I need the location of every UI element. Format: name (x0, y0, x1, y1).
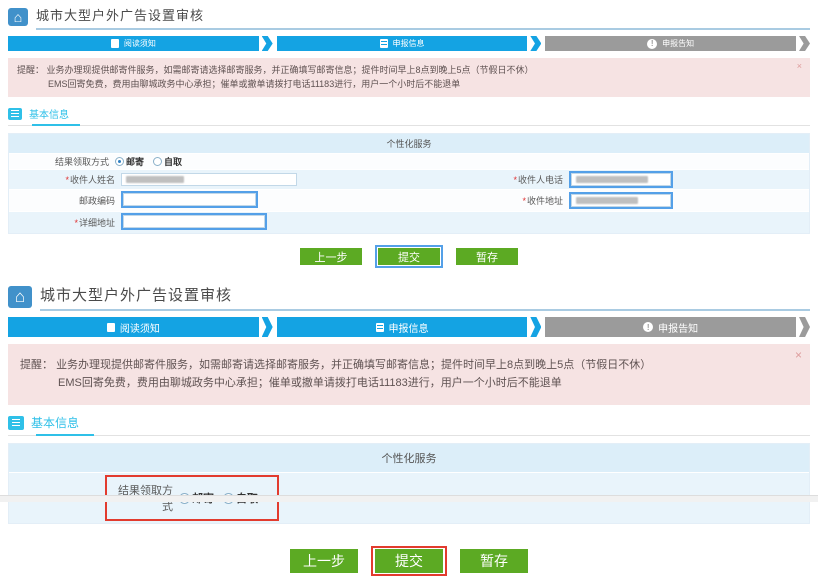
table-header: 个性化服务 (9, 444, 809, 473)
step-label: 申报信息 (393, 38, 425, 49)
recipient-name-label: *收件人姓名 (9, 173, 121, 186)
annotation-box-blue: 提交 (375, 245, 443, 268)
notice-icon (107, 323, 115, 332)
action-buttons: 上一步 提交 暂存 (8, 546, 810, 576)
pickup-label: 结果领取方式 (9, 155, 115, 168)
step-label: 申报告知 (658, 320, 698, 335)
page-footer-strip (0, 495, 818, 502)
form-row-2: 邮政编码 *收件地址 (9, 190, 809, 212)
table-header: 个性化服务 (9, 134, 809, 154)
step-arrow-icon (530, 36, 541, 51)
redacted-value (126, 176, 184, 183)
recipient-phone-input[interactable] (571, 173, 671, 186)
redacted-value (576, 197, 638, 204)
postal-code-label: 邮政编码 (9, 194, 121, 207)
step-wizard: 阅读须知 申报信息 申报告知 (8, 36, 810, 51)
personalized-service-table: 个性化服务 结果领取方式 邮寄 自取 (8, 443, 810, 524)
recipient-address-label: *收件地址 (409, 194, 569, 207)
section-title: 基本信息 (31, 414, 79, 431)
close-icon[interactable]: × (797, 60, 802, 74)
step-label: 申报告知 (662, 38, 694, 49)
radio-mail-label[interactable]: 邮寄 (126, 155, 144, 168)
alert-line1: 提醒： 业务办理现提供邮寄件服务，如需邮寄请选择邮寄服务，并正确填写邮寄信息；提… (20, 357, 780, 375)
radio-mail[interactable] (115, 157, 124, 166)
submit-button[interactable]: 提交 (375, 549, 443, 573)
section-basic-info: 基本信息 (8, 106, 810, 126)
step-wizard: 阅读须知 申报信息 申报告知 (8, 317, 810, 337)
form-icon (376, 323, 384, 332)
recipient-address-input[interactable] (571, 194, 671, 207)
previous-step-button[interactable]: 上一步 (300, 248, 362, 265)
list-icon (8, 108, 22, 120)
header-underline: 城市大型户外广告设置审核 (36, 3, 810, 30)
list-icon (8, 416, 24, 430)
submit-button[interactable]: 提交 (378, 248, 440, 265)
form-row-3: *详细地址 (9, 212, 809, 233)
step-label: 阅读须知 (124, 38, 156, 49)
annotation-box-blue (121, 213, 267, 230)
section-basic-info: 基本信息 (8, 414, 810, 436)
page-title: 城市大型户外广告设置审核 (40, 287, 232, 304)
recipient-phone-label: *收件人电话 (409, 173, 569, 186)
notice-icon (111, 39, 119, 48)
annotation-box-blue (569, 171, 673, 188)
step-arrow-icon (262, 36, 273, 51)
previous-step-button[interactable]: 上一步 (290, 549, 358, 573)
step-read-notice[interactable]: 阅读须知 (8, 36, 273, 51)
redacted-value (576, 176, 648, 183)
alert-line2: EMS回寄免费，费用由聊城政务中心承担；催单或撤单请拨打电话11183进行，用户… (58, 375, 780, 393)
save-draft-button[interactable]: 暂存 (460, 549, 528, 573)
step-label: 阅读须知 (120, 320, 160, 335)
close-icon[interactable]: × (795, 346, 802, 365)
reminder-alert: × 提醒： 业务办理现提供邮寄件服务，如需邮寄请选择邮寄服务，并正确填写邮寄信息… (8, 344, 810, 405)
page-header: 城市大型户外广告设置审核 (8, 282, 810, 311)
alert-line2: EMS回寄免费，费用由聊城政务中心承担；催单或撤单请拨打电话11183进行，用户… (48, 78, 784, 92)
info-icon (647, 39, 657, 49)
annotation-box-blue (121, 191, 258, 208)
save-draft-button[interactable]: 暂存 (456, 248, 518, 265)
page-title: 城市大型户外广告设置审核 (36, 8, 204, 23)
step-declare-info[interactable]: 申报信息 (277, 36, 542, 51)
reminder-alert: × 提醒： 业务办理现提供邮寄件服务，如需邮寄请选择邮寄服务，并正确填写邮寄信息… (8, 58, 810, 97)
form-row-1: *收件人姓名 *收件人电话 (9, 170, 809, 190)
pickup-method-row: 结果领取方式 邮寄 自取 (9, 154, 809, 170)
home-icon[interactable] (8, 286, 32, 308)
header-underline: 城市大型户外广告设置审核 (40, 282, 810, 311)
step-declare-notify[interactable]: 申报告知 (545, 36, 810, 51)
personalized-service-table: 个性化服务 结果领取方式 邮寄 自取 *收件人姓名 *收件人电话 邮政编码 *收… (8, 133, 810, 234)
step-declare-notify[interactable]: 申报告知 (545, 317, 810, 337)
step-arrow-icon (799, 317, 810, 337)
radio-self-pickup[interactable] (153, 157, 162, 166)
page-header: 城市大型户外广告设置审核 (8, 3, 810, 30)
form-icon (380, 39, 388, 48)
step-arrow-icon (799, 36, 810, 51)
recipient-name-input[interactable] (121, 173, 297, 186)
section-title: 基本信息 (29, 106, 69, 121)
radio-self-pickup-label[interactable]: 自取 (164, 155, 182, 168)
annotation-box-blue (569, 192, 673, 209)
detail-address-label: *详细地址 (9, 216, 121, 229)
alert-line1: 提醒： 业务办理现提供邮寄件服务，如需邮寄请选择邮寄服务，并正确填写邮寄信息；提… (17, 64, 784, 78)
action-buttons: 上一步 提交 暂存 (8, 245, 810, 268)
pickup-options: 邮寄 自取 (115, 155, 191, 168)
step-arrow-icon (530, 317, 541, 337)
postal-code-input[interactable] (123, 193, 256, 206)
annotation-box-red: 提交 (371, 546, 447, 576)
page: { "required_mark": "*", "colors": { "ste… (0, 0, 818, 502)
step-declare-info[interactable]: 申报信息 (277, 317, 542, 337)
step-arrow-icon (262, 317, 273, 337)
step-label: 申报信息 (389, 320, 429, 335)
wizard-panel-bottom: 城市大型户外广告设置审核 阅读须知 申报信息 申报告知 × 提醒： 业务办理现提… (0, 282, 818, 576)
detail-address-input[interactable] (123, 215, 265, 228)
info-icon (643, 322, 653, 332)
step-read-notice[interactable]: 阅读须知 (8, 317, 273, 337)
home-icon[interactable] (8, 8, 28, 26)
wizard-panel-top: 城市大型户外广告设置审核 阅读须知 申报信息 申报告知 × 提醒： 业务办理现提… (0, 0, 818, 268)
